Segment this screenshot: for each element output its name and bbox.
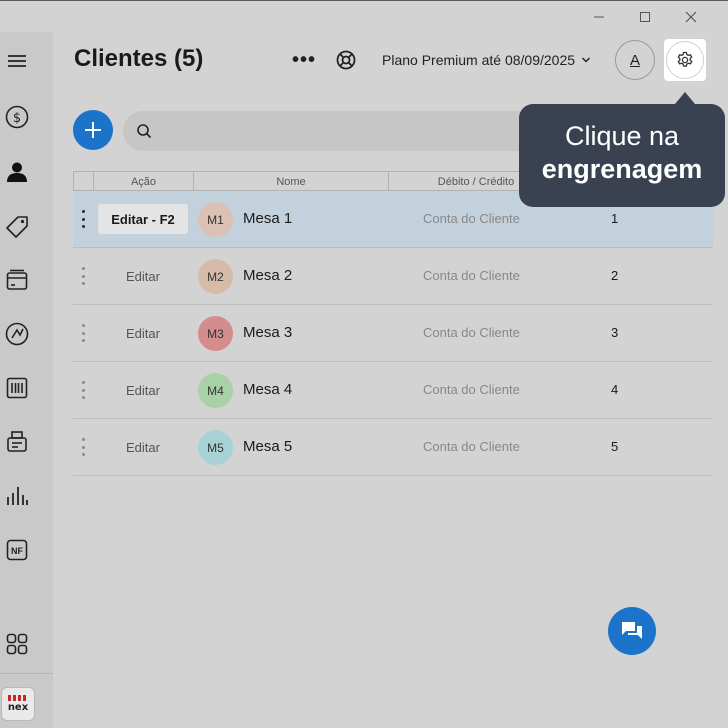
- svg-text:$: $: [13, 111, 21, 126]
- logo-text: nex: [7, 702, 29, 713]
- tooltip-arrow: [675, 92, 695, 104]
- plan-selector[interactable]: Plano Premium até 08/09/2025: [382, 52, 591, 68]
- minimize-icon: [594, 16, 604, 18]
- client-name: Mesa 2: [243, 267, 293, 284]
- sidebar-item-produtos[interactable]: [3, 213, 31, 241]
- chat-icon: [622, 622, 642, 639]
- edit-button[interactable]: Editar: [98, 375, 188, 405]
- avatar: M5: [198, 430, 233, 465]
- printer-icon: [7, 431, 27, 452]
- nex-logo[interactable]: nex: [1, 687, 35, 721]
- page-title: Clientes (5): [74, 45, 204, 72]
- client-name: Mesa 1: [243, 210, 293, 227]
- tooltip-line-2: engrenagem: [541, 154, 703, 184]
- gear-icon: [677, 51, 693, 67]
- sidebar-item-estoque[interactable]: [3, 266, 31, 294]
- plan-label: Plano Premium até 08/09/2025: [382, 52, 576, 68]
- plus-icon: [85, 122, 101, 138]
- user-avatar-button[interactable]: A: [615, 40, 655, 80]
- chart-circle-icon: [5, 322, 29, 346]
- sidebar-item-graficos[interactable]: [3, 482, 31, 510]
- edit-button[interactable]: Editar: [98, 261, 188, 291]
- bar-chart-icon: [7, 487, 28, 505]
- close-icon: [685, 11, 697, 23]
- client-name: Mesa 5: [243, 438, 293, 455]
- tooltip: Clique na engrenagem: [519, 104, 725, 207]
- avatar: M4: [198, 373, 233, 408]
- more-options-button[interactable]: •••: [292, 48, 316, 72]
- title-bar: [0, 0, 728, 32]
- sidebar-item-codigos[interactable]: [3, 374, 31, 402]
- client-number: 4: [611, 382, 619, 397]
- client-number: 1: [611, 211, 619, 226]
- add-client-button[interactable]: [73, 110, 113, 150]
- nf-icon: NF: [6, 539, 28, 561]
- dollar-icon: $: [5, 105, 29, 129]
- support-button[interactable]: [334, 48, 358, 72]
- search-icon: [137, 124, 152, 139]
- maximize-icon: [640, 12, 650, 22]
- menu-icon: [8, 55, 26, 67]
- lifebuoy-icon: [336, 50, 356, 70]
- box-icon: [6, 269, 28, 290]
- avatar: M1: [198, 202, 233, 237]
- column-header-nome[interactable]: Nome: [193, 172, 388, 191]
- row-menu-icon[interactable]: [81, 324, 85, 342]
- edit-button[interactable]: Editar: [98, 432, 188, 462]
- chevron-down-icon: [581, 57, 591, 63]
- sidebar-item-clientes[interactable]: [3, 158, 31, 186]
- row-menu-icon[interactable]: [81, 267, 85, 285]
- account-type: Conta do Cliente: [423, 211, 520, 226]
- settings-ring: [666, 41, 704, 79]
- minimize-button[interactable]: [585, 6, 613, 28]
- search-input[interactable]: [163, 119, 523, 143]
- chat-button[interactable]: [608, 607, 656, 655]
- sidebar-item-nf[interactable]: NF: [3, 536, 31, 564]
- tooltip-line-1: Clique na: [564, 121, 680, 151]
- tag-icon: [6, 216, 28, 238]
- search-bar[interactable]: [123, 111, 543, 151]
- sidebar-divider: [0, 673, 53, 674]
- client-number: 3: [611, 325, 619, 340]
- account-type: Conta do Cliente: [423, 268, 520, 283]
- menu-button[interactable]: [3, 47, 31, 75]
- edit-button[interactable]: Editar: [98, 318, 188, 348]
- sidebar-item-apps[interactable]: [3, 630, 31, 658]
- sidebar-item-relatorio[interactable]: [3, 320, 31, 348]
- account-type: Conta do Cliente: [423, 439, 520, 454]
- maximize-button[interactable]: [631, 6, 659, 28]
- table-row[interactable]: Editar M4 Mesa 4 Conta do Cliente 4: [73, 362, 713, 419]
- table-row[interactable]: Editar M2 Mesa 2 Conta do Cliente 2: [73, 248, 713, 305]
- window-border: [0, 0, 728, 1]
- client-number: 2: [611, 268, 619, 283]
- client-number: 5: [611, 439, 619, 454]
- settings-button[interactable]: [664, 39, 706, 81]
- column-header-acao[interactable]: Ação: [93, 172, 193, 191]
- row-menu-icon[interactable]: [81, 438, 85, 456]
- table-row[interactable]: Editar M3 Mesa 3 Conta do Cliente 3: [73, 305, 713, 362]
- row-menu-icon[interactable]: [81, 381, 85, 399]
- client-name: Mesa 4: [243, 381, 293, 398]
- sidebar: $ NF nex: [0, 32, 53, 728]
- apps-grid-icon: [6, 633, 28, 655]
- header-spacer: [73, 172, 93, 191]
- barcode-icon: [6, 377, 28, 399]
- sidebar-item-impressao[interactable]: [3, 428, 31, 456]
- table-row[interactable]: Editar M5 Mesa 5 Conta do Cliente 5: [73, 419, 713, 476]
- account-type: Conta do Cliente: [423, 382, 520, 397]
- close-button[interactable]: [677, 6, 705, 28]
- account-type: Conta do Cliente: [423, 325, 520, 340]
- row-menu-icon[interactable]: [81, 210, 85, 228]
- client-name: Mesa 3: [243, 324, 293, 341]
- edit-button[interactable]: Editar - F2: [98, 204, 188, 234]
- sidebar-item-financeiro[interactable]: $: [3, 103, 31, 131]
- user-icon: [7, 162, 27, 182]
- svg-text:NF: NF: [11, 546, 23, 556]
- avatar: M2: [198, 259, 233, 294]
- logo-mark: [8, 695, 28, 701]
- avatar: M3: [198, 316, 233, 351]
